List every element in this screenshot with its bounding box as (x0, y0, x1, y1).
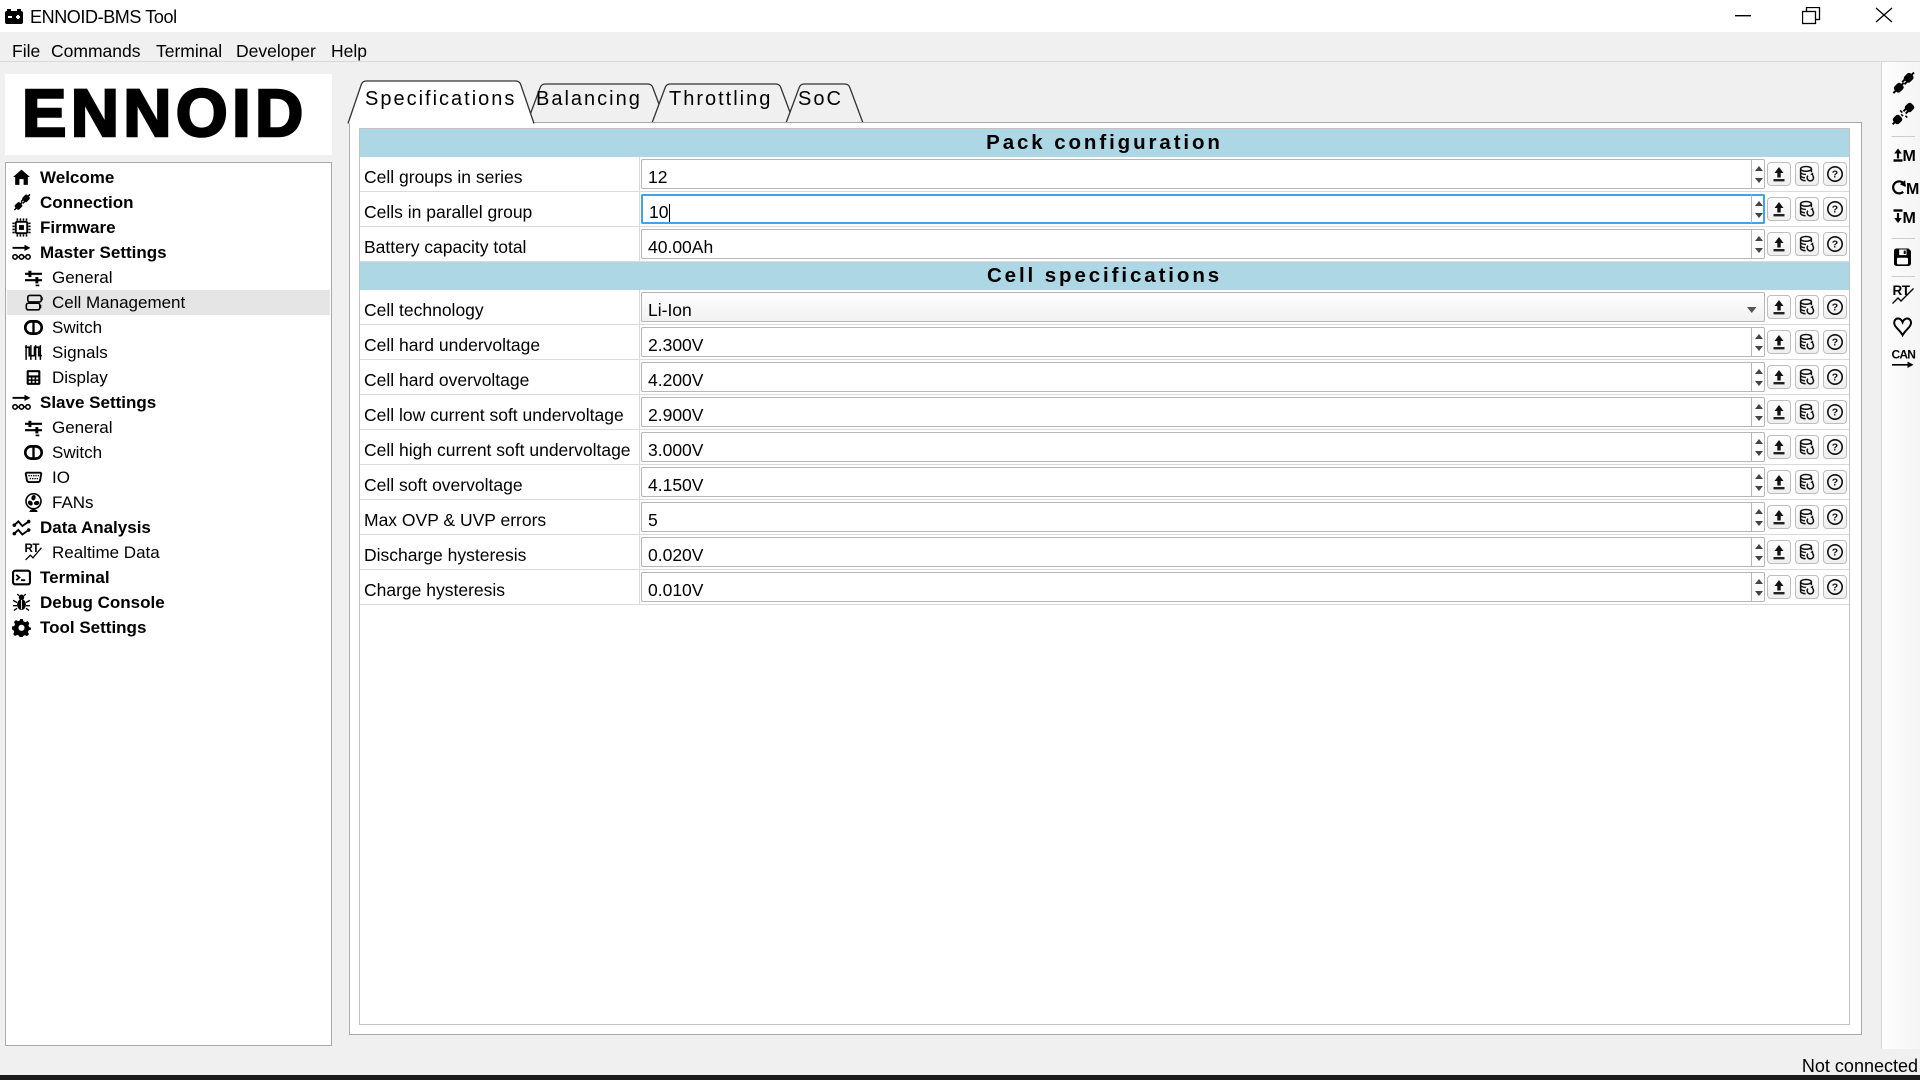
svg-text:?: ? (1832, 512, 1838, 524)
svg-text:M: M (1906, 181, 1919, 198)
svg-text:?: ? (1832, 169, 1838, 181)
svg-text:?: ? (1832, 407, 1838, 419)
svg-text:?: ? (1832, 302, 1838, 314)
svg-text:?: ? (1832, 239, 1838, 251)
svg-text:CAN: CAN (1892, 348, 1916, 362)
svg-text:?: ? (1832, 582, 1838, 594)
svg-text:?: ? (1832, 337, 1838, 349)
svg-text:?: ? (1832, 204, 1838, 216)
svg-text:?: ? (1832, 547, 1838, 559)
svg-text:?: ? (1832, 372, 1838, 384)
svg-text:M: M (1903, 210, 1916, 227)
svg-text:M: M (1903, 148, 1916, 165)
svg-text:?: ? (1832, 442, 1838, 454)
svg-text:RT: RT (1893, 283, 1911, 298)
svg-text:?: ? (1832, 477, 1838, 489)
